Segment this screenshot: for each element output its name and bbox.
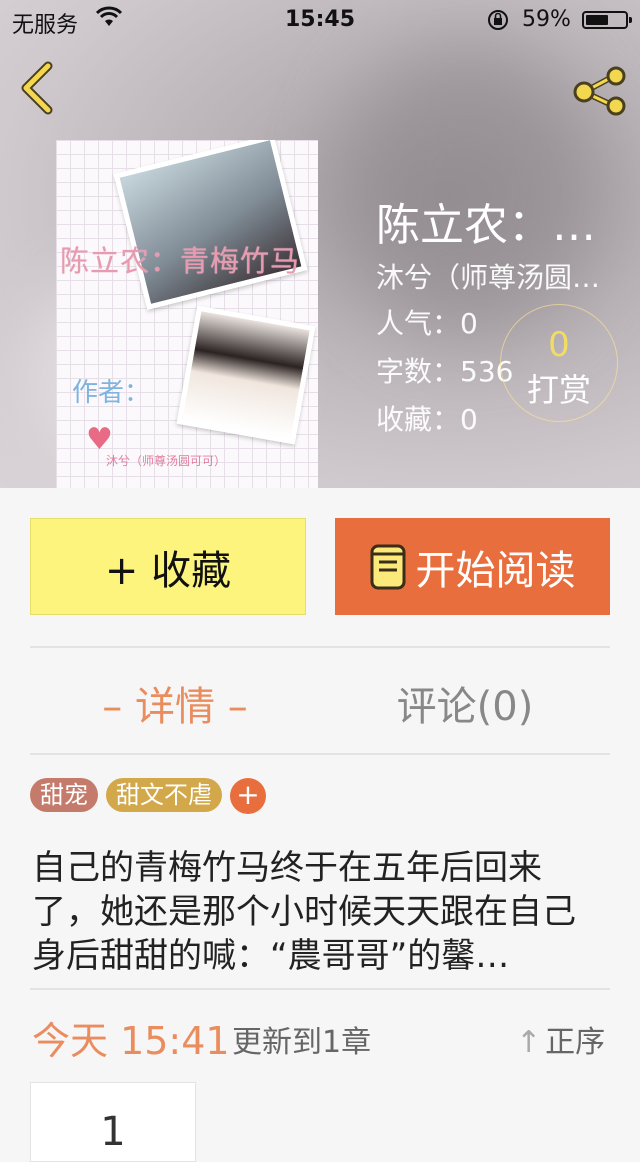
tip-button[interactable]: 0 打赏 [500, 304, 618, 422]
book-author: 沐兮（师尊汤圆… [376, 261, 601, 294]
divider [30, 646, 610, 648]
add-favorite-button[interactable]: + 收藏 [30, 518, 306, 615]
tip-count: 0 [548, 325, 570, 365]
tag-chip[interactable]: 甜文不虐 [106, 778, 222, 812]
chevron-left-icon [21, 61, 53, 115]
battery-icon [582, 11, 632, 29]
update-status: 更新到1章 [232, 1025, 372, 1060]
battery-percent: 59% [522, 7, 571, 32]
cover-subtitle: 沐兮（师尊汤圆可可） [106, 454, 227, 468]
divider [30, 988, 610, 990]
cover-photo [176, 305, 316, 445]
share-button[interactable] [570, 66, 630, 116]
sort-order-button[interactable]: ↑ 正序 [516, 1017, 605, 1061]
book-hero: 无服务 15:45 59% 陈立农：青梅竹马 作者： ♥ 沐兮（师尊汤圆可可） … [0, 0, 640, 488]
arrow-up-icon: ↑ [516, 1025, 542, 1060]
tip-label: 打赏 [526, 371, 591, 409]
back-button[interactable] [18, 60, 58, 116]
status-bar: 无服务 15:45 59% [0, 0, 640, 40]
cover-title: 陈立农：青梅竹马 [60, 244, 301, 278]
cover-photo [113, 140, 308, 310]
tag-list: 甜宠 甜文不虐 + [30, 778, 266, 814]
sort-label: 正序 [545, 1025, 606, 1060]
update-time: 今天 15:41 [32, 1019, 230, 1063]
divider [30, 753, 610, 755]
book-cover: 陈立农：青梅竹马 作者： ♥ 沐兮（师尊汤圆可可） [56, 140, 318, 488]
cover-author: 作者： [72, 378, 151, 408]
tag-chip[interactable]: 甜宠 [30, 778, 98, 812]
tab-detail[interactable]: – 详情 – [30, 674, 320, 732]
tab-comments[interactable]: 评论(0) [320, 674, 610, 732]
book-icon [370, 544, 405, 589]
add-tag-button[interactable]: + [230, 778, 266, 814]
rotation-lock-icon [486, 8, 510, 38]
share-icon [573, 66, 626, 116]
book-description[interactable]: 自己的青梅竹马终于在五年后回来了，她还是那个小时候天天跟在自己身后甜甜的喊：“農… [32, 846, 606, 978]
start-reading-button[interactable]: 开始阅读 [335, 518, 610, 615]
chapter-item[interactable]: 1 [30, 1082, 196, 1162]
book-title: 陈立农：… [376, 200, 596, 251]
start-reading-label: 开始阅读 [415, 547, 576, 594]
